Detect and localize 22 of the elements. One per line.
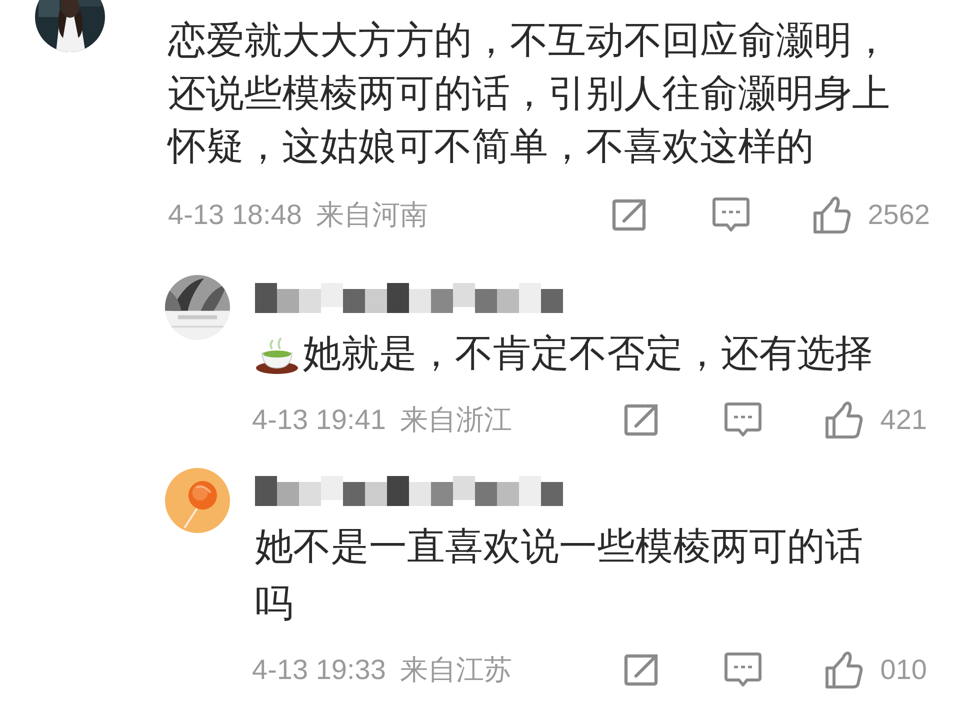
comment-time: 4-13 18:48 (168, 199, 302, 231)
share-icon[interactable] (624, 403, 660, 437)
comment-icon[interactable] (712, 197, 750, 233)
comment-location: 来自江苏 (400, 653, 512, 687)
share-icon[interactable] (624, 653, 660, 687)
comment-location: 来自浙江 (400, 403, 512, 437)
like-count: 2562 (868, 199, 930, 231)
like-icon[interactable] (812, 196, 852, 234)
comment-time: 4-13 19:41 (252, 404, 386, 436)
share-icon[interactable] (612, 198, 648, 232)
comment-location: 来自河南 (316, 198, 428, 232)
tea-cup-icon (255, 335, 299, 375)
like-count: 010 (880, 654, 927, 686)
reply-text: 她不是一直喜欢说一些模棱两可的话吗 (255, 523, 864, 627)
reply-text: 她就是，不肯定不否定，还有选择 (303, 330, 873, 377)
comment-text: 恋爱就大大方方的，不互动不回应俞灏明，还说些模棱两可的话，引别人往俞灏明身上怀疑，这姑娘可不简单，不喜欢这样的 (168, 17, 891, 170)
like-icon[interactable] (824, 651, 864, 689)
comment-time: 4-13 19:33 (252, 654, 386, 686)
like-icon[interactable] (824, 401, 864, 439)
comment-icon[interactable] (724, 652, 762, 688)
comment-icon[interactable] (724, 402, 762, 438)
like-count: 421 (880, 404, 927, 436)
